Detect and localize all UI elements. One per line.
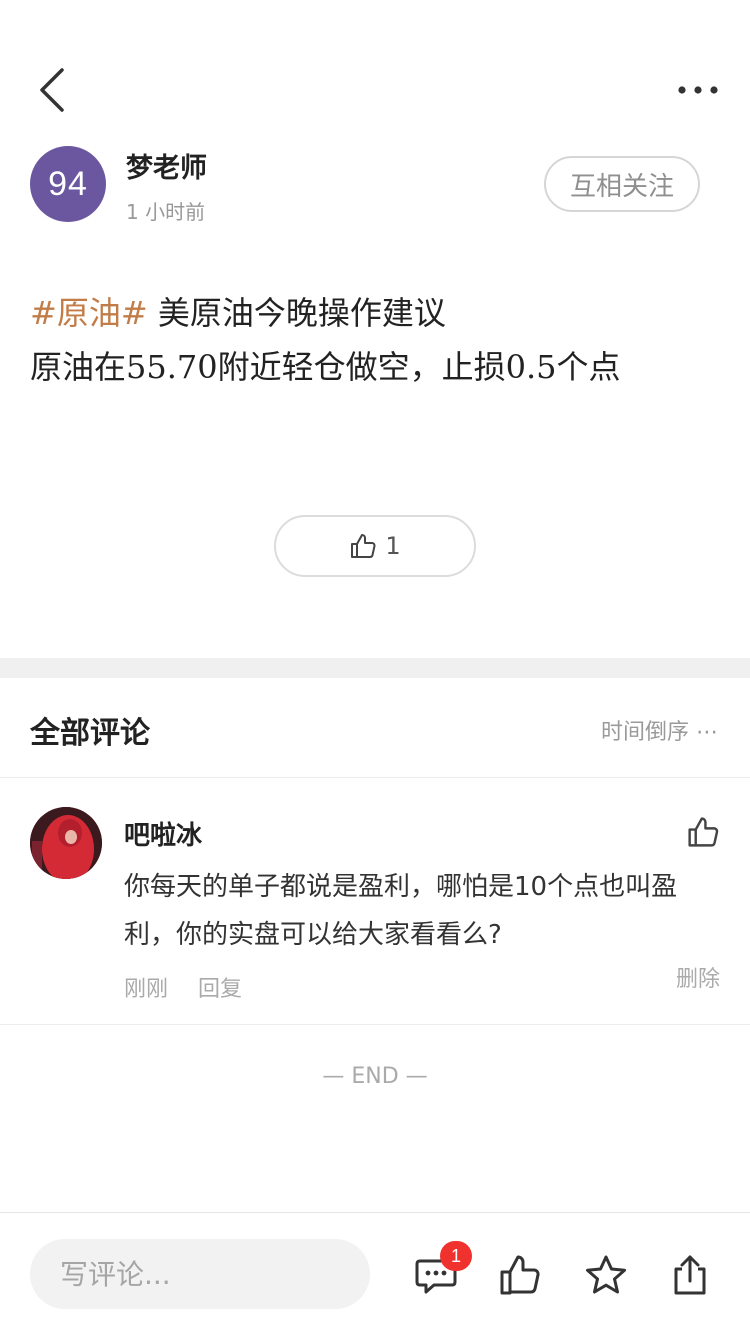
post-body: 原油在55.70附近轻仓做空，止损0.5个点 <box>30 348 621 386</box>
sort-label: 时间倒序 <box>600 720 689 745</box>
star-icon[interactable] <box>584 1253 628 1297</box>
ellipsis-icon: ⋯ <box>696 720 718 745</box>
post-time: 1 小时前 <box>126 200 206 224</box>
sort-button[interactable]: 时间倒序 ⋯ <box>601 714 718 746</box>
comments-title: 全部评论 <box>30 716 150 751</box>
comment-input[interactable] <box>30 1239 370 1309</box>
post-title-line: #原油# 美原油今晚操作建议 <box>30 286 720 340</box>
share-icon[interactable] <box>668 1253 712 1297</box>
author-row: 94 梦老师 1 小时前 互相关注 <box>30 146 720 226</box>
thumbs-up-icon <box>351 534 376 558</box>
post-like-count: 1 <box>385 532 401 560</box>
post-like-button[interactable]: 1 <box>274 515 476 577</box>
post-content: #原油# 美原油今晚操作建议 原油在55.70附近轻仓做空，止损0.5个点 <box>30 286 720 394</box>
comment-item: 吧啦冰 你每天的单子都说是盈利，哪怕是10个点也叫盈利，你的实盘可以给大家看看么… <box>0 779 750 1025</box>
top-nav <box>0 0 750 130</box>
end-marker: — END — <box>322 1064 428 1089</box>
commenter-avatar[interactable] <box>30 807 102 879</box>
follow-button[interactable]: 互相关注 <box>544 156 700 212</box>
comment-text: 你每天的单子都说是盈利，哪怕是10个点也叫盈利，你的实盘可以给大家看看么? <box>124 872 678 950</box>
thumbs-up-icon[interactable] <box>498 1253 542 1297</box>
topic-tag[interactable]: #原油# <box>30 294 148 332</box>
post-title: 美原油今晚操作建议 <box>157 294 446 332</box>
comment-time: 刚刚 <box>124 977 169 1002</box>
author-avatar[interactable]: 94 <box>30 146 106 222</box>
back-chevron-icon[interactable] <box>34 66 74 114</box>
bottom-bar: 1 <box>0 1212 750 1334</box>
reply-button[interactable]: 回复 <box>198 971 242 1003</box>
section-divider <box>0 658 750 678</box>
author-name[interactable]: 梦老师 <box>126 146 207 185</box>
delete-button[interactable]: 删除 <box>676 961 720 993</box>
commenter-name[interactable]: 吧啦冰 <box>124 815 202 852</box>
more-options-icon[interactable] <box>676 78 720 102</box>
comments-header: 全部评论 时间倒序 ⋯ <box>0 678 750 778</box>
comment-count-badge: 1 <box>440 1241 472 1271</box>
thumbs-up-icon[interactable] <box>686 815 720 849</box>
post-detail-page: 94 梦老师 1 小时前 互相关注 #原油# 美原油今晚操作建议 原油在55.7… <box>0 0 750 1334</box>
